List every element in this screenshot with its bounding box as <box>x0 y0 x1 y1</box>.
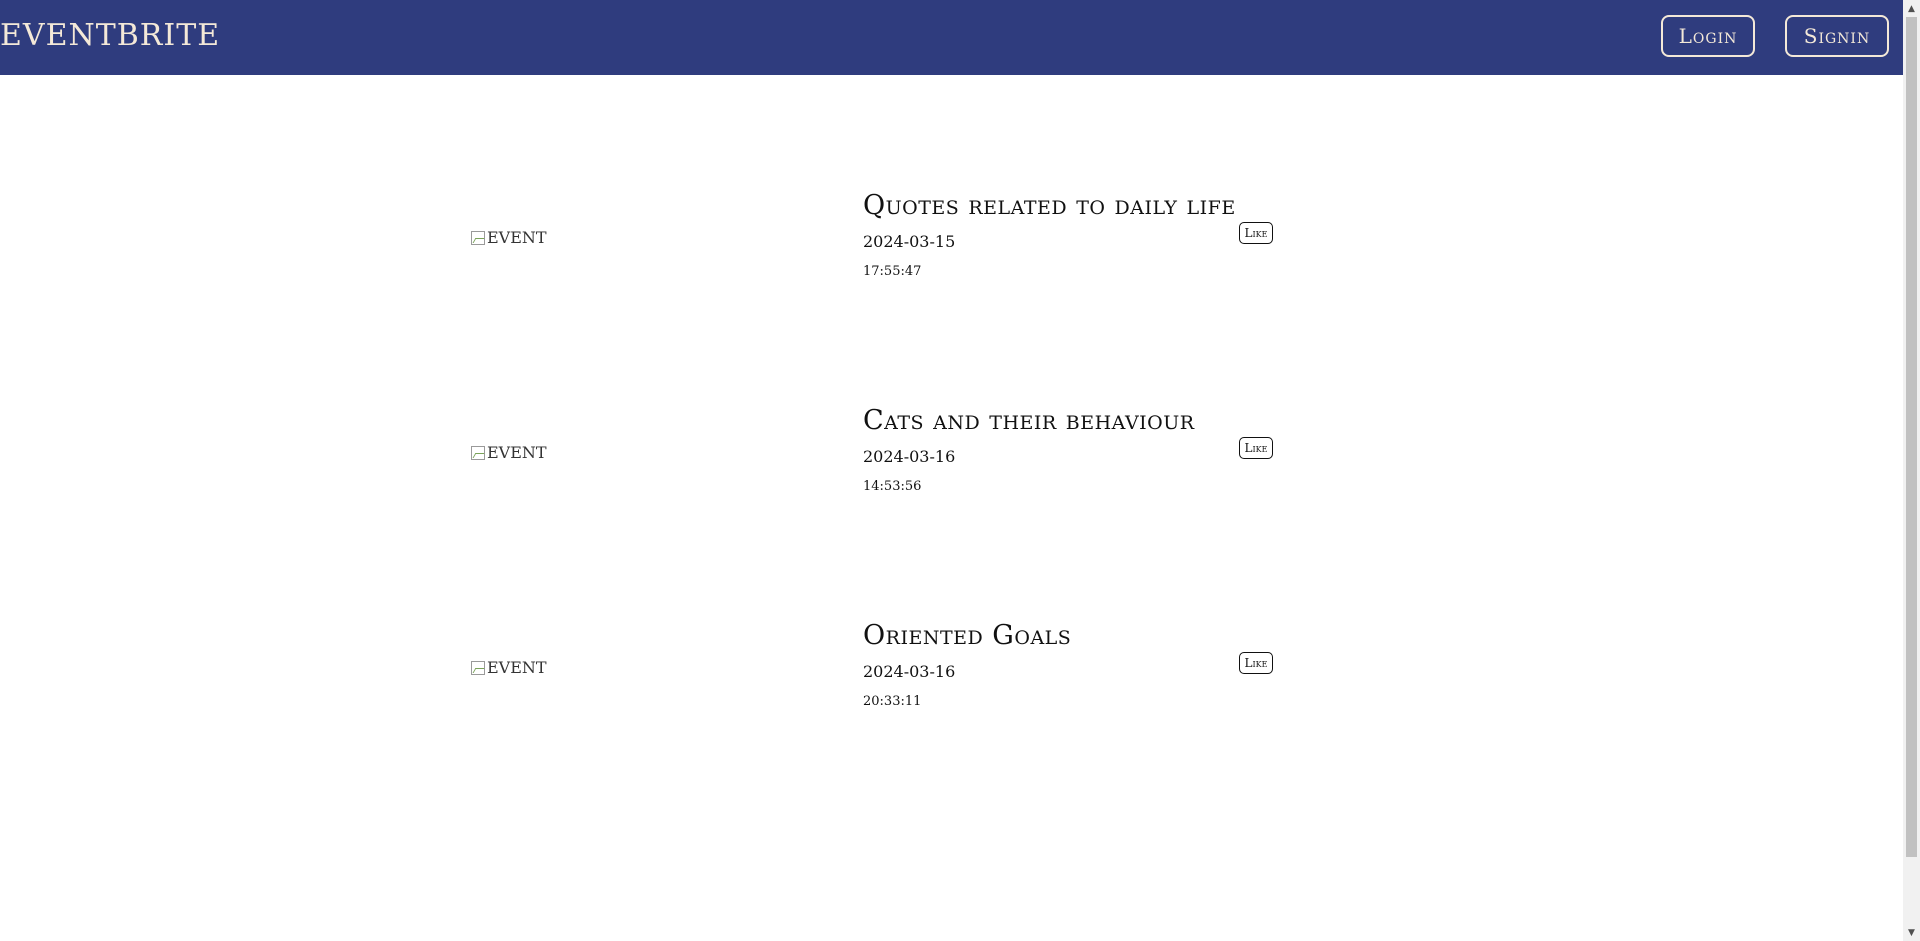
like-button[interactable]: Like <box>1239 222 1273 244</box>
event-image: EVENT <box>471 228 547 247</box>
event-date: 2024-03-16 <box>863 447 956 466</box>
like-button[interactable]: Like <box>1239 437 1273 459</box>
event-time: 17:55:47 <box>863 264 922 279</box>
event-date: 2024-03-16 <box>863 662 956 681</box>
scroll-thumb[interactable] <box>1906 17 1917 857</box>
broken-image-icon <box>471 230 485 245</box>
event-image-alt: EVENT <box>487 658 547 677</box>
event-card: EVENT Cats and their behaviour 2024-03-1… <box>471 405 1276 515</box>
navbar: EVENTBRITE Login Signin <box>0 0 1903 75</box>
broken-image-icon <box>471 660 485 675</box>
event-title: Cats and their behaviour <box>863 405 1195 436</box>
login-button[interactable]: Login <box>1661 15 1755 57</box>
event-image-alt: EVENT <box>487 443 547 462</box>
event-image-alt: EVENT <box>487 228 547 247</box>
event-card: EVENT Quotes related to daily life 2024-… <box>471 190 1276 300</box>
event-date: 2024-03-15 <box>863 232 956 251</box>
vertical-scrollbar[interactable]: ▲ ▼ <box>1903 0 1920 941</box>
scroll-down-arrow-icon[interactable]: ▼ <box>1903 924 1920 941</box>
event-image: EVENT <box>471 443 547 462</box>
event-card: EVENT Oriented Goals 2024-03-16 20:33:11… <box>471 620 1276 730</box>
brand-logo[interactable]: EVENTBRITE <box>0 18 220 53</box>
scroll-up-arrow-icon[interactable]: ▲ <box>1903 0 1920 17</box>
broken-image-icon <box>471 445 485 460</box>
event-time: 14:53:56 <box>863 479 922 494</box>
event-time: 20:33:11 <box>863 694 922 709</box>
event-title: Oriented Goals <box>863 620 1072 651</box>
like-button[interactable]: Like <box>1239 652 1273 674</box>
event-title: Quotes related to daily life <box>863 190 1236 221</box>
event-image: EVENT <box>471 658 547 677</box>
signin-button[interactable]: Signin <box>1785 15 1889 57</box>
